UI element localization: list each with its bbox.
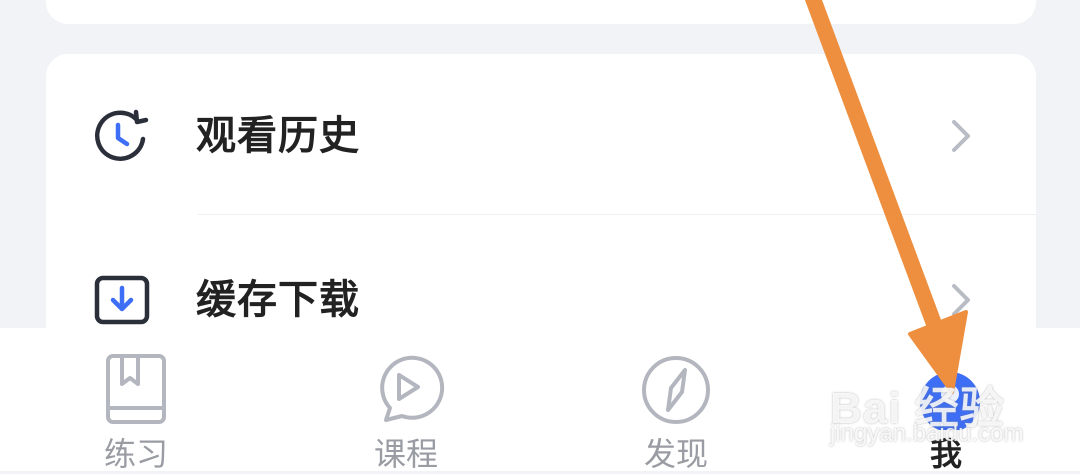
chevron-right-icon <box>952 120 970 152</box>
tab-label: 练习 <box>103 435 168 473</box>
menu-item-label: 观看历史 <box>196 113 360 159</box>
menu-item-label: 缓存下载 <box>196 277 360 323</box>
tab-me[interactable]: 我 <box>876 328 1016 473</box>
compass-icon <box>642 356 710 424</box>
menu-divider <box>198 214 1036 215</box>
tab-label: 发现 <box>643 435 708 473</box>
history-clock-icon <box>95 109 149 161</box>
practice-book-icon <box>106 354 166 424</box>
course-play-icon <box>380 355 445 422</box>
tab-label: 我 <box>929 435 962 473</box>
top-card-remnant <box>46 0 1036 24</box>
download-box-icon <box>94 275 150 325</box>
bottom-tab-bar: 练习 课程 发现 我 <box>0 328 1080 473</box>
tab-discover[interactable]: 发现 <box>606 328 746 473</box>
profile-icon <box>920 372 980 430</box>
tab-label: 课程 <box>373 435 438 473</box>
chevron-right-icon <box>952 284 970 316</box>
tab-course[interactable]: 课程 <box>336 328 476 473</box>
tab-practice[interactable]: 练习 <box>66 328 206 473</box>
menu-item-watch-history[interactable]: 观看历史 <box>46 74 1036 194</box>
